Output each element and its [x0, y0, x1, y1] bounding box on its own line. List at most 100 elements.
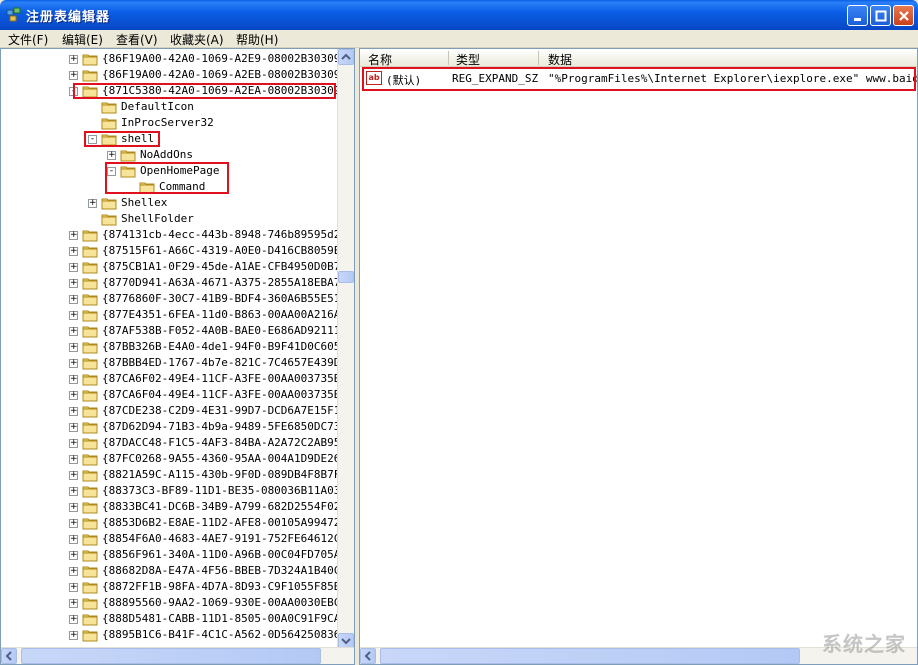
- tree-node[interactable]: + {877E4351-6FEA-11d0-B863-00AA00A216A1}: [1, 307, 354, 323]
- expand-icon[interactable]: +: [69, 471, 78, 480]
- tree-node[interactable]: DefaultIcon: [1, 99, 336, 115]
- expand-icon[interactable]: +: [69, 263, 78, 272]
- tree-horizontal-scrollbar[interactable]: [1, 647, 354, 664]
- expand-icon[interactable]: +: [69, 295, 78, 304]
- expand-icon[interactable]: +: [69, 247, 78, 256]
- tree-node[interactable]: - shell: [1, 131, 336, 147]
- tree-node[interactable]: + {8833BC41-DC6B-34B9-A799-682D2554F02F}: [1, 499, 354, 515]
- tree-node[interactable]: + {87AF538B-F052-4A0B-BAE0-E686AD921119}: [1, 323, 354, 339]
- expand-icon[interactable]: +: [69, 599, 78, 608]
- tree-node[interactable]: + {86F19A00-42A0-1069-A2EB-08002B30309D}: [1, 67, 354, 83]
- expand-icon[interactable]: +: [69, 519, 78, 528]
- tree-node[interactable]: + {86F19A00-42A0-1069-A2E9-08002B30309D}: [1, 51, 354, 67]
- tree-node[interactable]: + {8821A59C-A115-430b-9F0D-089DB4F8B7F3}: [1, 467, 354, 483]
- tree-node[interactable]: InProcServer32: [1, 115, 336, 131]
- tree-node[interactable]: + {88373C3-BF89-11D1-BE35-080036B11A03}: [1, 483, 347, 499]
- tree-node[interactable]: + {874131cb-4ecc-443b-8948-746b89595d20}: [1, 227, 354, 243]
- column-divider[interactable]: [448, 51, 449, 65]
- expand-icon[interactable]: +: [69, 311, 78, 320]
- tree-vertical-scrollbar[interactable]: [337, 49, 354, 649]
- menu-edit[interactable]: 编辑(E): [62, 31, 103, 48]
- scroll-left-button[interactable]: [360, 648, 376, 664]
- tree-node[interactable]: ShellFolder: [1, 211, 336, 227]
- close-button[interactable]: [893, 5, 914, 26]
- expand-icon[interactable]: +: [69, 439, 78, 448]
- scroll-thumb-horizontal[interactable]: [380, 648, 800, 664]
- tree-node-label: {8776860F-30C7-41B9-BDF4-360A6B55E51F}: [102, 292, 354, 305]
- tree-node[interactable]: + NoAddOns: [1, 147, 336, 163]
- values-list[interactable]: 名称 类型 数据 ab (默认) REG_EXPAND_SZ "%Program…: [359, 48, 918, 665]
- expand-icon[interactable]: +: [69, 279, 78, 288]
- tree-node-label: {86F19A00-42A0-1069-A2E9-08002B30309D}: [102, 52, 354, 65]
- tree-node[interactable]: + {87BB326B-E4A0-4de1-94F0-B9F41D0C6059}: [1, 339, 354, 355]
- column-data[interactable]: 数据: [548, 51, 572, 68]
- expand-icon[interactable]: +: [69, 583, 78, 592]
- expand-icon[interactable]: +: [69, 391, 78, 400]
- tree-node-label: {8821A59C-A115-430b-9F0D-089DB4F8B7F3}: [102, 468, 354, 481]
- tree-node[interactable]: + {88895560-9AA2-1069-930E-00AA0030EBC8}: [1, 595, 354, 611]
- expand-icon[interactable]: +: [69, 375, 78, 384]
- expand-icon[interactable]: +: [69, 567, 78, 576]
- expand-icon[interactable]: +: [69, 327, 78, 336]
- tree-node[interactable]: + {87CA6F02-49E4-11CF-A3FE-00AA003735BE}: [1, 371, 354, 387]
- expand-icon[interactable]: +: [69, 535, 78, 544]
- minimize-button[interactable]: [847, 5, 868, 26]
- expand-icon[interactable]: +: [88, 199, 97, 208]
- expand-icon[interactable]: +: [69, 503, 78, 512]
- expand-icon[interactable]: +: [69, 359, 78, 368]
- maximize-button[interactable]: [870, 5, 891, 26]
- tree-node[interactable]: + {8856F961-340A-11D0-A96B-00C04FD705A2}: [1, 547, 354, 563]
- column-type[interactable]: 类型: [456, 51, 480, 68]
- tree-node[interactable]: + {8853D6B2-E8AE-11D2-AFE8-00105A994724}: [1, 515, 354, 531]
- tree-node[interactable]: + {8872FF1B-98FA-4D7A-8D93-C9F1055F85BB}: [1, 579, 354, 595]
- tree-node[interactable]: + {87515F61-A66C-4319-A0E0-D416CB8059E3}: [1, 243, 354, 259]
- scroll-up-button[interactable]: [338, 49, 354, 65]
- expand-icon[interactable]: +: [69, 631, 78, 640]
- title-bar[interactable]: 注册表编辑器: [0, 0, 918, 30]
- expand-icon[interactable]: +: [69, 615, 78, 624]
- tree-node[interactable]: + {87DACC48-F1C5-4AF3-84BA-A2A72C2AB959}: [1, 435, 354, 451]
- menu-help[interactable]: 帮助(H): [236, 31, 278, 48]
- column-name[interactable]: 名称: [368, 51, 392, 68]
- tree-node-label: {874131cb-4ecc-443b-8948-746b89595d20}: [102, 228, 354, 241]
- tree-node-label: {87D62D94-71B3-4b9a-9489-5FE6850DC73E}: [102, 420, 354, 433]
- registry-tree[interactable]: + {86F19A00-42A0-1069-A2E9-08002B30309D} +…: [0, 48, 355, 665]
- scroll-left-button[interactable]: [1, 648, 17, 664]
- expand-icon[interactable]: +: [69, 487, 78, 496]
- menu-file[interactable]: 文件(F): [8, 31, 48, 48]
- expand-icon[interactable]: +: [69, 231, 78, 240]
- expand-icon[interactable]: +: [107, 151, 116, 160]
- tree-node[interactable]: + {8895B1C6-B41F-4C1C-A562-0D564250836F}: [1, 627, 354, 643]
- tree-node[interactable]: + {87CDE238-C2D9-4E31-99D7-DCD6A7E15F19}: [1, 403, 354, 419]
- tree-node[interactable]: + {875CB1A1-0F29-45de-A1AE-CFB4950D0B78}: [1, 259, 354, 275]
- expand-icon[interactable]: +: [69, 423, 78, 432]
- tree-node[interactable]: + {8770D941-A63A-4671-A375-2855A18EBA73}: [1, 275, 354, 291]
- tree-node[interactable]: + {88682D8A-E47A-4F56-BBEB-7D324A1B40C4}: [1, 563, 354, 579]
- tree-node[interactable]: + {8854F6A0-4683-4AE7-9191-752FE64612C3}: [1, 531, 354, 547]
- folder-icon: [120, 150, 136, 162]
- menu-favorites[interactable]: 收藏夹(A): [170, 31, 224, 48]
- tree-node[interactable]: + Shellex: [1, 195, 336, 211]
- expand-icon[interactable]: +: [69, 551, 78, 560]
- menu-view[interactable]: 查看(V): [116, 31, 158, 48]
- tree-node[interactable]: + {87CA6F04-49E4-11CF-A3FE-00AA003735BE}: [1, 387, 354, 403]
- scroll-thumb[interactable]: [338, 271, 354, 283]
- tree-node[interactable]: + {87D62D94-71B3-4b9a-9489-5FE6850DC73E}: [1, 419, 354, 435]
- expand-icon[interactable]: +: [69, 55, 78, 64]
- folder-icon: [82, 518, 98, 530]
- tree-node-label: {87CA6F02-49E4-11CF-A3FE-00AA003735BE}: [102, 372, 354, 385]
- expand-icon[interactable]: +: [69, 71, 78, 80]
- expand-icon[interactable]: +: [69, 455, 78, 464]
- folder-icon: [82, 70, 98, 82]
- folder-icon: [82, 598, 98, 610]
- column-divider[interactable]: [538, 51, 539, 65]
- tree-node[interactable]: + {87BBB4ED-1767-4b7e-821C-7C4657E439D4}: [1, 355, 354, 371]
- expand-icon[interactable]: +: [69, 343, 78, 352]
- tree-node[interactable]: + {888D5481-CABB-11D1-8505-00A0C91F9CA0}: [1, 611, 354, 627]
- folder-icon: [101, 118, 117, 130]
- tree-node[interactable]: + {87FC0268-9A55-4360-95AA-004A1D9DE26C}: [1, 451, 354, 467]
- expand-icon[interactable]: +: [69, 407, 78, 416]
- tree-node-label: {8895B1C6-B41F-4C1C-A562-0D564250836F}: [102, 628, 354, 641]
- tree-node[interactable]: + {8776860F-30C7-41B9-BDF4-360A6B55E51F}: [1, 291, 354, 307]
- scroll-thumb-horizontal[interactable]: [21, 648, 321, 664]
